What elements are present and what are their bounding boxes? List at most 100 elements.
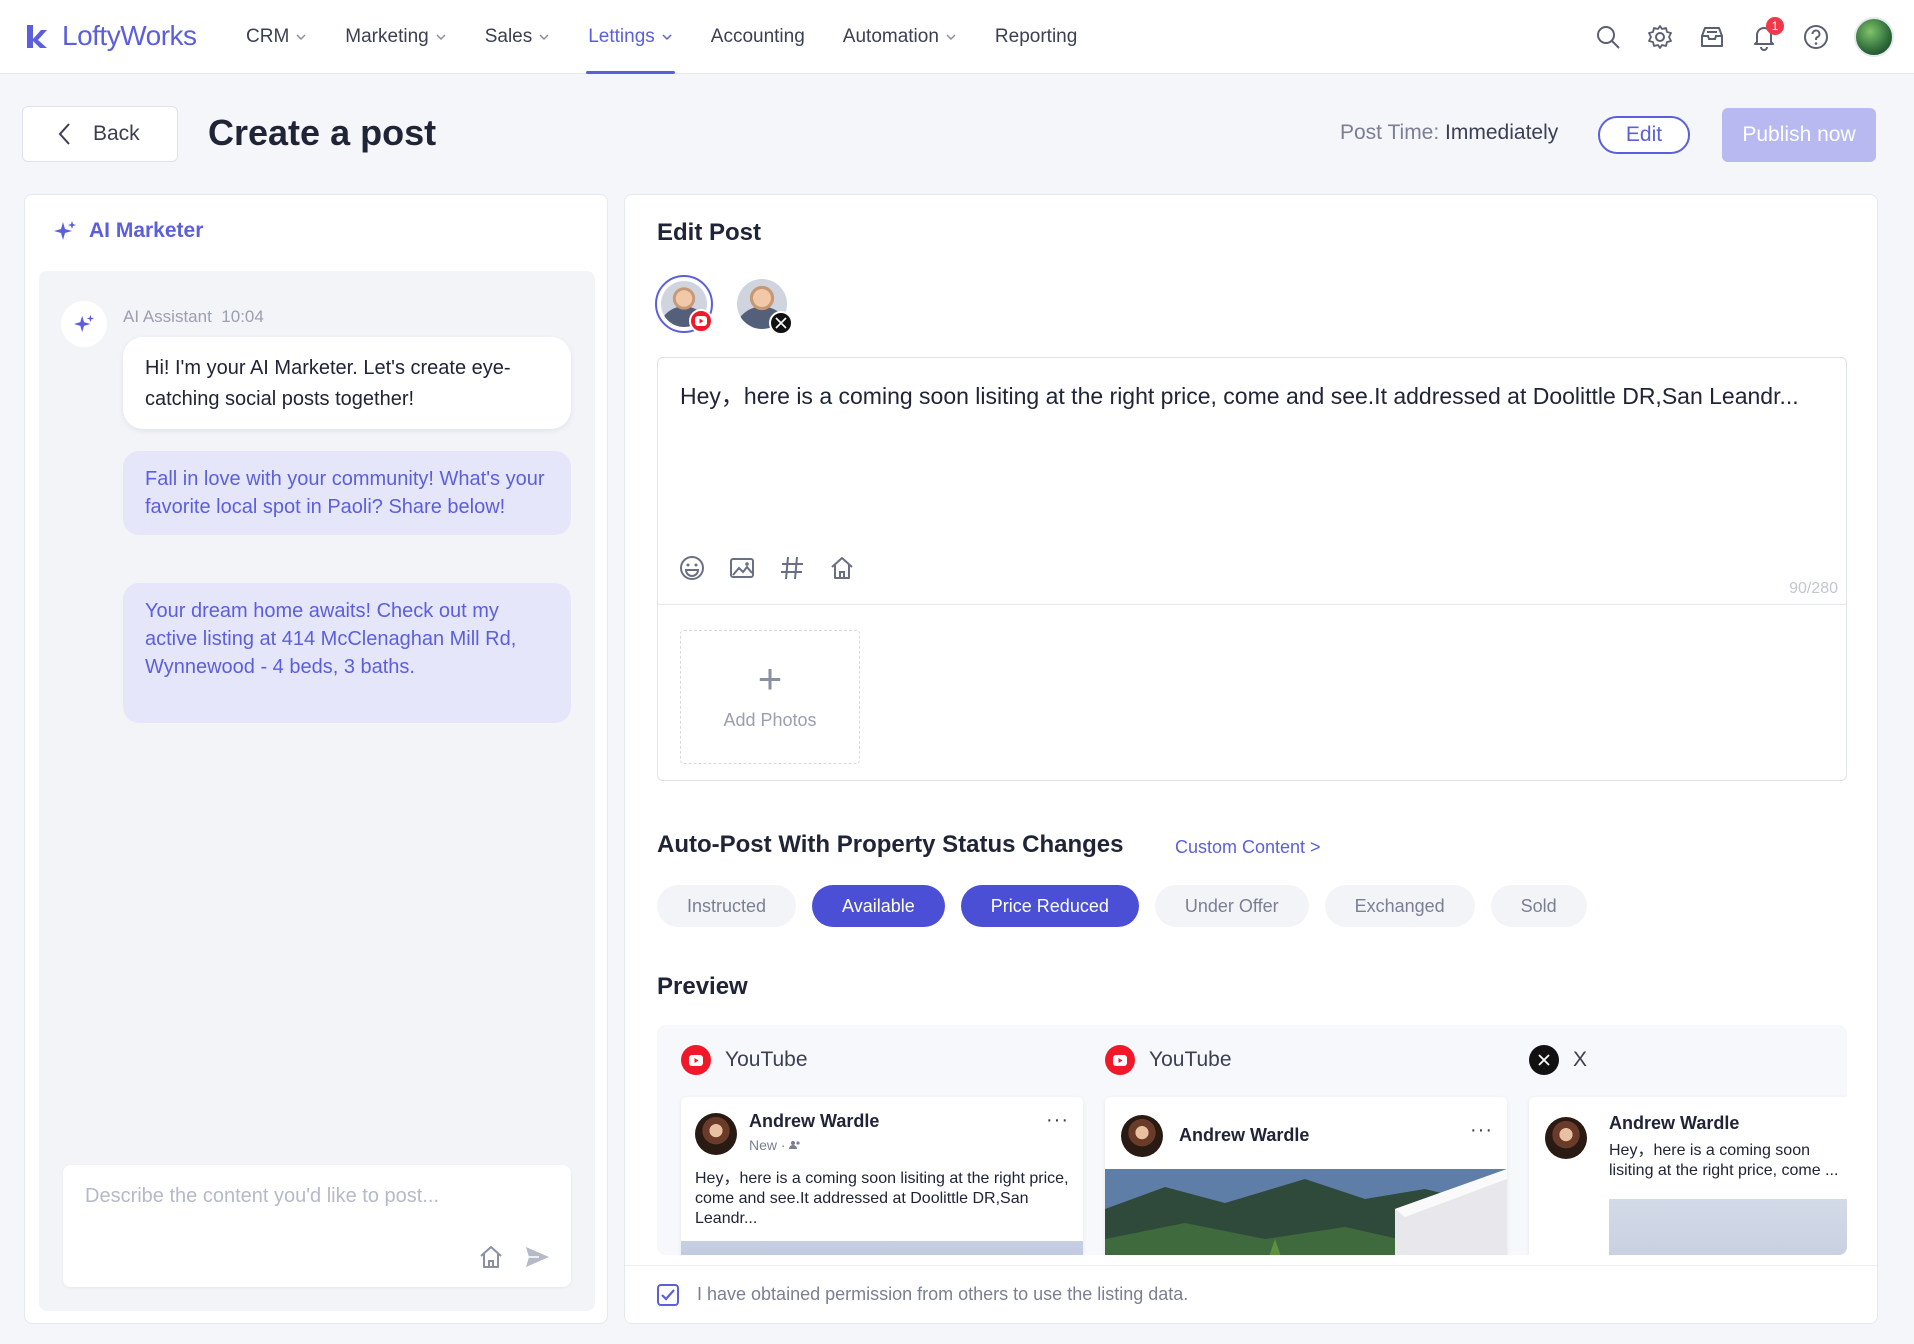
notifications-button[interactable]: 1 — [1750, 17, 1784, 51]
x-badge — [769, 311, 793, 335]
ai-marketer-title: AI Marketer — [53, 219, 203, 243]
search-icon — [1597, 26, 1620, 49]
post-subtitle-text: New · — [749, 1137, 790, 1153]
publish-now-button[interactable]: Publish now — [1722, 108, 1876, 162]
user-avatar[interactable] — [1854, 17, 1894, 57]
main-nav: CRM Marketing Sales Lettings Accounting … — [244, 0, 1113, 74]
preview-text: Hey，here is a coming soon lisiting at th… — [1609, 1142, 1839, 1179]
status-chip-price-reduced[interactable]: Price Reduced — [960, 885, 1139, 927]
custom-content-link[interactable]: Custom Content > — [1175, 837, 1321, 858]
logo-icon — [27, 25, 47, 48]
nav-item-reporting[interactable]: Reporting — [993, 0, 1079, 74]
search-button[interactable] — [1594, 23, 1622, 51]
permission-text: I have obtained permission from others t… — [697, 1284, 1189, 1304]
more-options-icon[interactable]: ··· — [1470, 1119, 1493, 1142]
author-name: Andrew Wardle — [1179, 1125, 1310, 1145]
add-photos-label: Add Photos — [723, 709, 817, 730]
nav-item-accounting[interactable]: Accounting — [709, 0, 807, 74]
preview-network-header: X — [1529, 1045, 1587, 1075]
nav-item-marketing[interactable]: Marketing — [343, 0, 448, 74]
chevron-down-icon — [436, 34, 446, 41]
account-x[interactable] — [733, 275, 793, 335]
settings-button[interactable] — [1646, 23, 1674, 51]
preview-text: Hey，here is a coming soon lisiting at th… — [695, 1170, 1069, 1227]
post-editor[interactable]: Hey，here is a coming soon lisiting at th… — [657, 357, 1847, 781]
preview-card: Andrew Wardle Hey，here is a coming soon … — [1529, 1097, 1847, 1255]
home-icon[interactable] — [477, 1243, 505, 1271]
status-chip-sold[interactable]: Sold — [1490, 885, 1587, 927]
edit-post-panel: Edit Post Hey，here is a coming soon lisi… — [624, 194, 1878, 1324]
ai-message-meta: AI Assistant 10:04 — [123, 307, 264, 327]
suggestion-card[interactable]: Fall in love with your community! What's… — [123, 451, 571, 535]
status-chip-under-offer[interactable]: Under Offer — [1154, 885, 1309, 927]
status-chip-exchanged[interactable]: Exchanged — [1324, 885, 1475, 927]
youtube-icon — [695, 316, 707, 326]
preview-network-header: YouTube — [1105, 1045, 1232, 1075]
ai-marketer-label: AI Marketer — [89, 219, 204, 242]
brand-logo[interactable]: LoftyWorks — [24, 18, 197, 54]
back-label: Back — [93, 122, 140, 145]
permission-checkbox[interactable] — [657, 1284, 679, 1306]
preview-title: Preview — [657, 973, 748, 1000]
home-icon[interactable] — [828, 554, 856, 582]
chat-input[interactable]: Describe the content you'd like to post.… — [63, 1165, 571, 1287]
preview-area: YouTube Andrew Wardle New · ··· Hey，here… — [657, 1025, 1847, 1255]
nav-label: Automation — [842, 26, 939, 47]
suggestion-card[interactable]: Your dream home awaits! Check out my act… — [123, 583, 571, 723]
top-actions: 1 — [1594, 16, 1894, 58]
nav-item-sales[interactable]: Sales — [483, 0, 553, 74]
youtube-icon — [681, 1045, 711, 1075]
preview-image — [1105, 1169, 1507, 1255]
post-time-value: Immediately — [1445, 121, 1559, 144]
author-avatar — [695, 1113, 737, 1155]
author-avatar — [1545, 1117, 1587, 1159]
add-photos-button[interactable]: + Add Photos — [680, 630, 860, 764]
top-navigation: LoftyWorks CRM Marketing Sales Lettings … — [0, 0, 1914, 74]
account-youtube[interactable] — [655, 275, 713, 333]
inbox-button[interactable] — [1698, 23, 1726, 51]
back-button[interactable]: Back — [22, 106, 178, 162]
plus-icon: + — [757, 654, 783, 702]
youtube-icon — [1105, 1045, 1135, 1075]
author-avatar — [1121, 1115, 1163, 1157]
emoji-icon[interactable] — [678, 554, 706, 582]
youtube-badge — [689, 309, 713, 333]
status-chip-available[interactable]: Available — [812, 885, 945, 927]
inbox-icon — [1701, 27, 1723, 47]
editor-toolbar — [678, 554, 856, 582]
page-title: Create a post — [208, 112, 437, 153]
chat-area: AI Assistant 10:04 Hi! I'm your AI Marke… — [39, 271, 595, 1311]
permission-bar: I have obtained permission from others t… — [625, 1265, 1877, 1323]
status-chips: Instructed Available Price Reduced Under… — [657, 885, 1587, 927]
sparkle-icon — [54, 221, 76, 240]
ai-assistant-avatar — [61, 301, 107, 347]
hashtag-icon[interactable] — [778, 554, 806, 582]
post-subtitle: New · — [749, 1137, 801, 1153]
nav-item-automation[interactable]: Automation — [841, 0, 959, 74]
preview-network-header: YouTube — [681, 1045, 808, 1075]
post-time-label: Post Time: — [1340, 121, 1440, 144]
nav-item-crm[interactable]: CRM — [244, 0, 309, 74]
check-icon — [661, 1289, 675, 1301]
character-counter: 90/280 — [1789, 580, 1838, 597]
nav-label: Accounting — [710, 26, 805, 47]
image-icon[interactable] — [728, 554, 756, 582]
more-options-icon[interactable]: ··· — [1046, 1109, 1069, 1132]
nav-label: Lettings — [588, 26, 655, 47]
divider — [658, 604, 1846, 605]
assistant-name: AI Assistant — [123, 307, 212, 326]
chevron-down-icon — [539, 34, 549, 41]
auto-post-title: Auto-Post With Property Status Changes — [657, 831, 1124, 858]
edit-post-time-button[interactable]: Edit — [1598, 116, 1690, 154]
send-icon[interactable] — [523, 1243, 551, 1271]
author-name: Andrew Wardle — [749, 1111, 880, 1131]
sparkle-icon — [73, 314, 95, 333]
post-text[interactable]: Hey，here is a coming soon lisiting at th… — [680, 380, 1810, 412]
nav-item-lettings[interactable]: Lettings — [586, 0, 675, 74]
help-button[interactable] — [1802, 23, 1830, 51]
nav-label: CRM — [246, 26, 290, 47]
help-icon — [1804, 25, 1828, 49]
chevron-down-icon — [662, 34, 672, 41]
status-chip-instructed[interactable]: Instructed — [657, 885, 797, 927]
nav-label: Sales — [484, 26, 533, 47]
